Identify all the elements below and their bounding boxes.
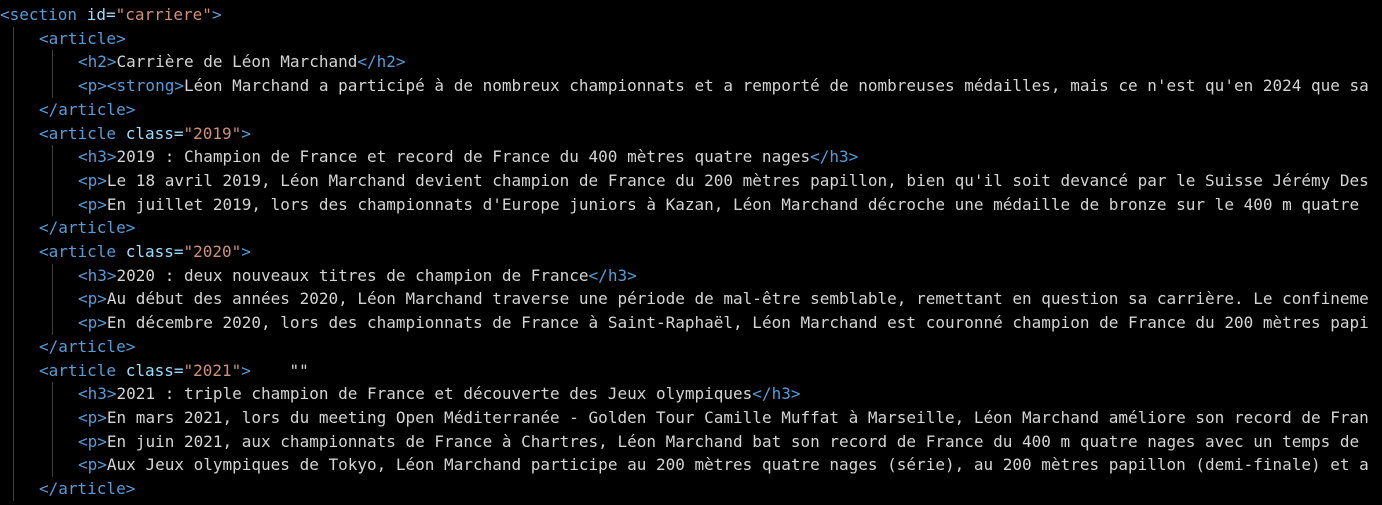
code-token: <p> (78, 170, 107, 190)
code-token: "2020" (183, 242, 242, 261)
code-line[interactable]: </article> (39, 477, 135, 501)
code-token: class= (125, 360, 184, 380)
code-line[interactable]: <article> (39, 27, 126, 51)
code-token: <h3> (78, 265, 117, 285)
code-token: <article> (39, 28, 126, 48)
code-line[interactable]: <h3>2021 : triple champion de France et … (78, 382, 800, 406)
code-line[interactable]: <p>En juin 2021, aux championnats de Fra… (78, 430, 1369, 454)
code-token: 2019 : Champion de France et record de F… (116, 147, 811, 167)
code-token: "" (250, 360, 309, 380)
code-token: </h3> (752, 384, 801, 404)
code-token: > (241, 242, 251, 261)
code-token: <p> (78, 313, 107, 333)
code-line[interactable]: <p>En juillet 2019, lors des championnat… (78, 193, 1369, 217)
code-token: </h3> (588, 265, 637, 285)
code-token: En décembre 2020, lors des championnats … (106, 313, 1369, 333)
code-token: <p> (78, 289, 107, 309)
code-token: 2020 : deux nouveaux titres de champion … (116, 265, 589, 285)
code-token: <p> (78, 407, 107, 427)
code-token: class= (125, 123, 184, 143)
code-line[interactable]: <section id="carriere"> (0, 3, 222, 27)
code-token: </article> (39, 218, 136, 238)
code-token: <p> (78, 431, 107, 451)
code-line[interactable]: <h3>2019 : Champion de France et record … (78, 145, 858, 169)
code-token: id= (86, 5, 116, 24)
code-token: "2021" (183, 360, 242, 380)
code-token: Carrière de Léon Marchand (116, 52, 358, 72)
code-token: > (241, 123, 251, 143)
code-token: <h2> (78, 52, 117, 72)
code-token: </article> (39, 99, 136, 119)
code-token: <section (0, 5, 87, 24)
code-token: class= (125, 242, 184, 261)
indent-guide (52, 50, 53, 98)
code-token: <h3> (78, 384, 117, 404)
code-line[interactable]: <article class="2021"> "" (39, 359, 309, 383)
code-line[interactable]: <h3>2020 : deux nouveaux titres de champ… (78, 264, 637, 288)
code-token: Aux Jeux olympiques de Tokyo, Léon March… (106, 455, 1369, 475)
code-token: "carriere" (115, 5, 212, 24)
indent-guide (52, 145, 53, 217)
code-token: </h2> (357, 52, 406, 72)
code-line[interactable]: <p><strong>Léon Marchand a participé à d… (78, 74, 1369, 98)
code-token: <article (39, 242, 126, 261)
code-line[interactable]: <article class="2020"> (39, 240, 251, 264)
code-token: <p> (78, 194, 107, 214)
code-token: 2021 : triple champion de France et déco… (116, 384, 753, 404)
code-line[interactable]: </article> (39, 335, 135, 359)
code-line[interactable]: <article class="2019"> (39, 122, 251, 146)
code-token: </article> (39, 479, 136, 498)
code-token: <p><strong> (78, 76, 184, 96)
code-token: > (241, 360, 251, 380)
code-editor[interactable]: <section id="carriere"> <article> <h2>Carr… (0, 0, 1382, 505)
code-line[interactable]: </article> (39, 98, 135, 122)
code-token: Léon Marchand a participé à de nombreux … (183, 76, 1369, 96)
code-token: Le 18 avril 2019, Léon Marchand devient … (106, 170, 1369, 190)
code-token: </h3> (810, 147, 859, 167)
indent-guide (13, 26, 14, 501)
code-line[interactable]: <p>Le 18 avril 2019, Léon Marchand devie… (78, 169, 1369, 193)
code-line[interactable]: <p>En mars 2021, lors du meeting Open Mé… (78, 406, 1369, 430)
code-token: </article> (39, 336, 136, 356)
code-token: En mars 2021, lors du meeting Open Médit… (106, 407, 1369, 427)
indent-guide (52, 382, 53, 477)
code-line[interactable]: <p>Au début des années 2020, Léon Marcha… (78, 287, 1369, 311)
code-token: > (211, 5, 222, 24)
code-token: Au début des années 2020, Léon Marchand … (106, 289, 1369, 309)
code-line[interactable]: <h2>Carrière de Léon Marchand</h2> (78, 50, 406, 74)
code-token: En juin 2021, aux championnats de France… (106, 431, 1369, 451)
code-token: <article (39, 123, 126, 143)
code-line[interactable]: <p>En décembre 2020, lors des championna… (78, 311, 1369, 335)
code-token: <p> (78, 455, 107, 475)
code-line[interactable]: <p>Aux Jeux olympiques de Tokyo, Léon Ma… (78, 453, 1369, 477)
code-token: En juillet 2019, lors des championnats d… (106, 194, 1369, 214)
indent-guide (52, 263, 53, 335)
code-token: <h3> (78, 147, 117, 167)
code-line[interactable]: </article> (39, 216, 135, 240)
code-token: "2019" (183, 123, 242, 143)
code-token: <article (39, 360, 126, 380)
